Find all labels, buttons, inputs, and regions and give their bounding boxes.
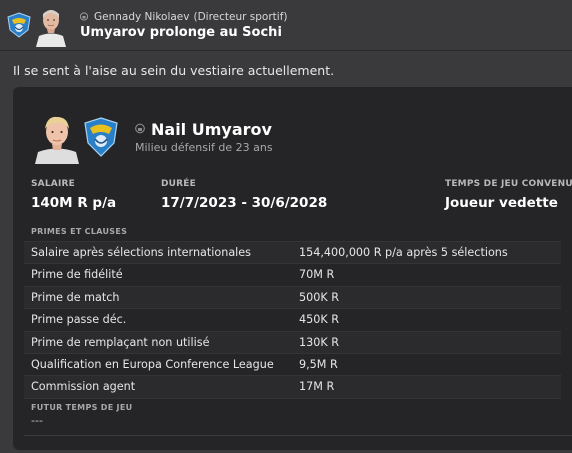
clause-name: Prime de match bbox=[31, 290, 120, 304]
clause-name: Commission agent bbox=[31, 380, 136, 394]
table-row: Salaire après sélections internationales… bbox=[24, 241, 561, 265]
news-header: Gennady Nikolaev (Directeur sportif) Umya… bbox=[0, 0, 572, 50]
clause-value: 17M R bbox=[299, 380, 335, 394]
clause-name: Prime de remplaçant non utilisé bbox=[31, 335, 210, 349]
duration-label: DURÉE bbox=[161, 179, 197, 189]
salary-label: SALAIRE bbox=[31, 179, 75, 189]
clauses-label: PRIMES ET CLAUSES bbox=[31, 227, 128, 236]
clause-name: Salaire après sélections internationales bbox=[31, 246, 251, 259]
duration-value: 17/7/2023 - 30/6/2028 bbox=[161, 195, 328, 211]
contract-card: Nail Umyarov Milieu défensif de 23 ans S… bbox=[13, 87, 572, 450]
player-avatar[interactable] bbox=[35, 112, 79, 164]
sender-line: Gennady Nikolaev (Directeur sportif) bbox=[80, 11, 288, 23]
club-badge-icon[interactable] bbox=[6, 12, 32, 38]
clause-value: 154,400,000 R p/a après 5 sélections bbox=[299, 246, 508, 259]
clause-value: 9,5M R bbox=[299, 357, 338, 371]
sender-role: (Directeur sportif) bbox=[193, 11, 288, 23]
lock-icon bbox=[135, 123, 145, 134]
clause-value: 130K R bbox=[299, 335, 340, 349]
divider bbox=[24, 435, 572, 436]
table-row: Prime de remplaçant non utilisé 130K R bbox=[24, 331, 561, 354]
table-row: Prime de fidélité 70M R bbox=[24, 264, 561, 287]
news-title: Umyarov prolonge au Sochi bbox=[80, 25, 282, 40]
player-subtitle: Milieu défensif de 23 ans bbox=[135, 141, 273, 154]
player-name[interactable]: Nail Umyarov bbox=[135, 120, 272, 139]
clause-value: 500K R bbox=[299, 290, 340, 304]
intro-text: Il se sent à l'aise au sein du vestiaire… bbox=[13, 63, 335, 78]
clause-name: Prime passe déc. bbox=[31, 313, 127, 327]
sender-avatar[interactable] bbox=[36, 5, 66, 47]
player-name-text[interactable]: Nail Umyarov bbox=[151, 120, 272, 139]
future-playtime-label: FUTUR TEMPS DE JEU bbox=[31, 403, 133, 412]
header-divider bbox=[0, 50, 572, 51]
club-badge-icon[interactable] bbox=[83, 117, 119, 157]
table-row: Prime passe déc. 450K R bbox=[24, 309, 561, 332]
playtime-label: TEMPS DE JEU CONVENU bbox=[445, 179, 572, 189]
salary-value: 140M R p/a bbox=[31, 195, 117, 211]
playtime-value: Joueur vedette bbox=[445, 195, 558, 211]
lock-icon bbox=[80, 12, 88, 21]
clause-value: 450K R bbox=[299, 313, 340, 327]
clause-value: 70M R bbox=[299, 268, 335, 282]
table-row: Commission agent 17M R bbox=[24, 376, 561, 399]
clause-name: Qualification en Europa Conference Leagu… bbox=[31, 357, 274, 371]
sender-name[interactable]: Gennady Nikolaev bbox=[94, 11, 189, 23]
table-row: Qualification en Europa Conference Leagu… bbox=[24, 354, 561, 377]
clause-name: Prime de fidélité bbox=[31, 268, 123, 282]
table-row: Prime de match 500K R bbox=[24, 286, 561, 310]
clauses-table: Salaire après sélections internationales… bbox=[24, 241, 561, 399]
future-playtime-value: --- bbox=[31, 414, 43, 427]
